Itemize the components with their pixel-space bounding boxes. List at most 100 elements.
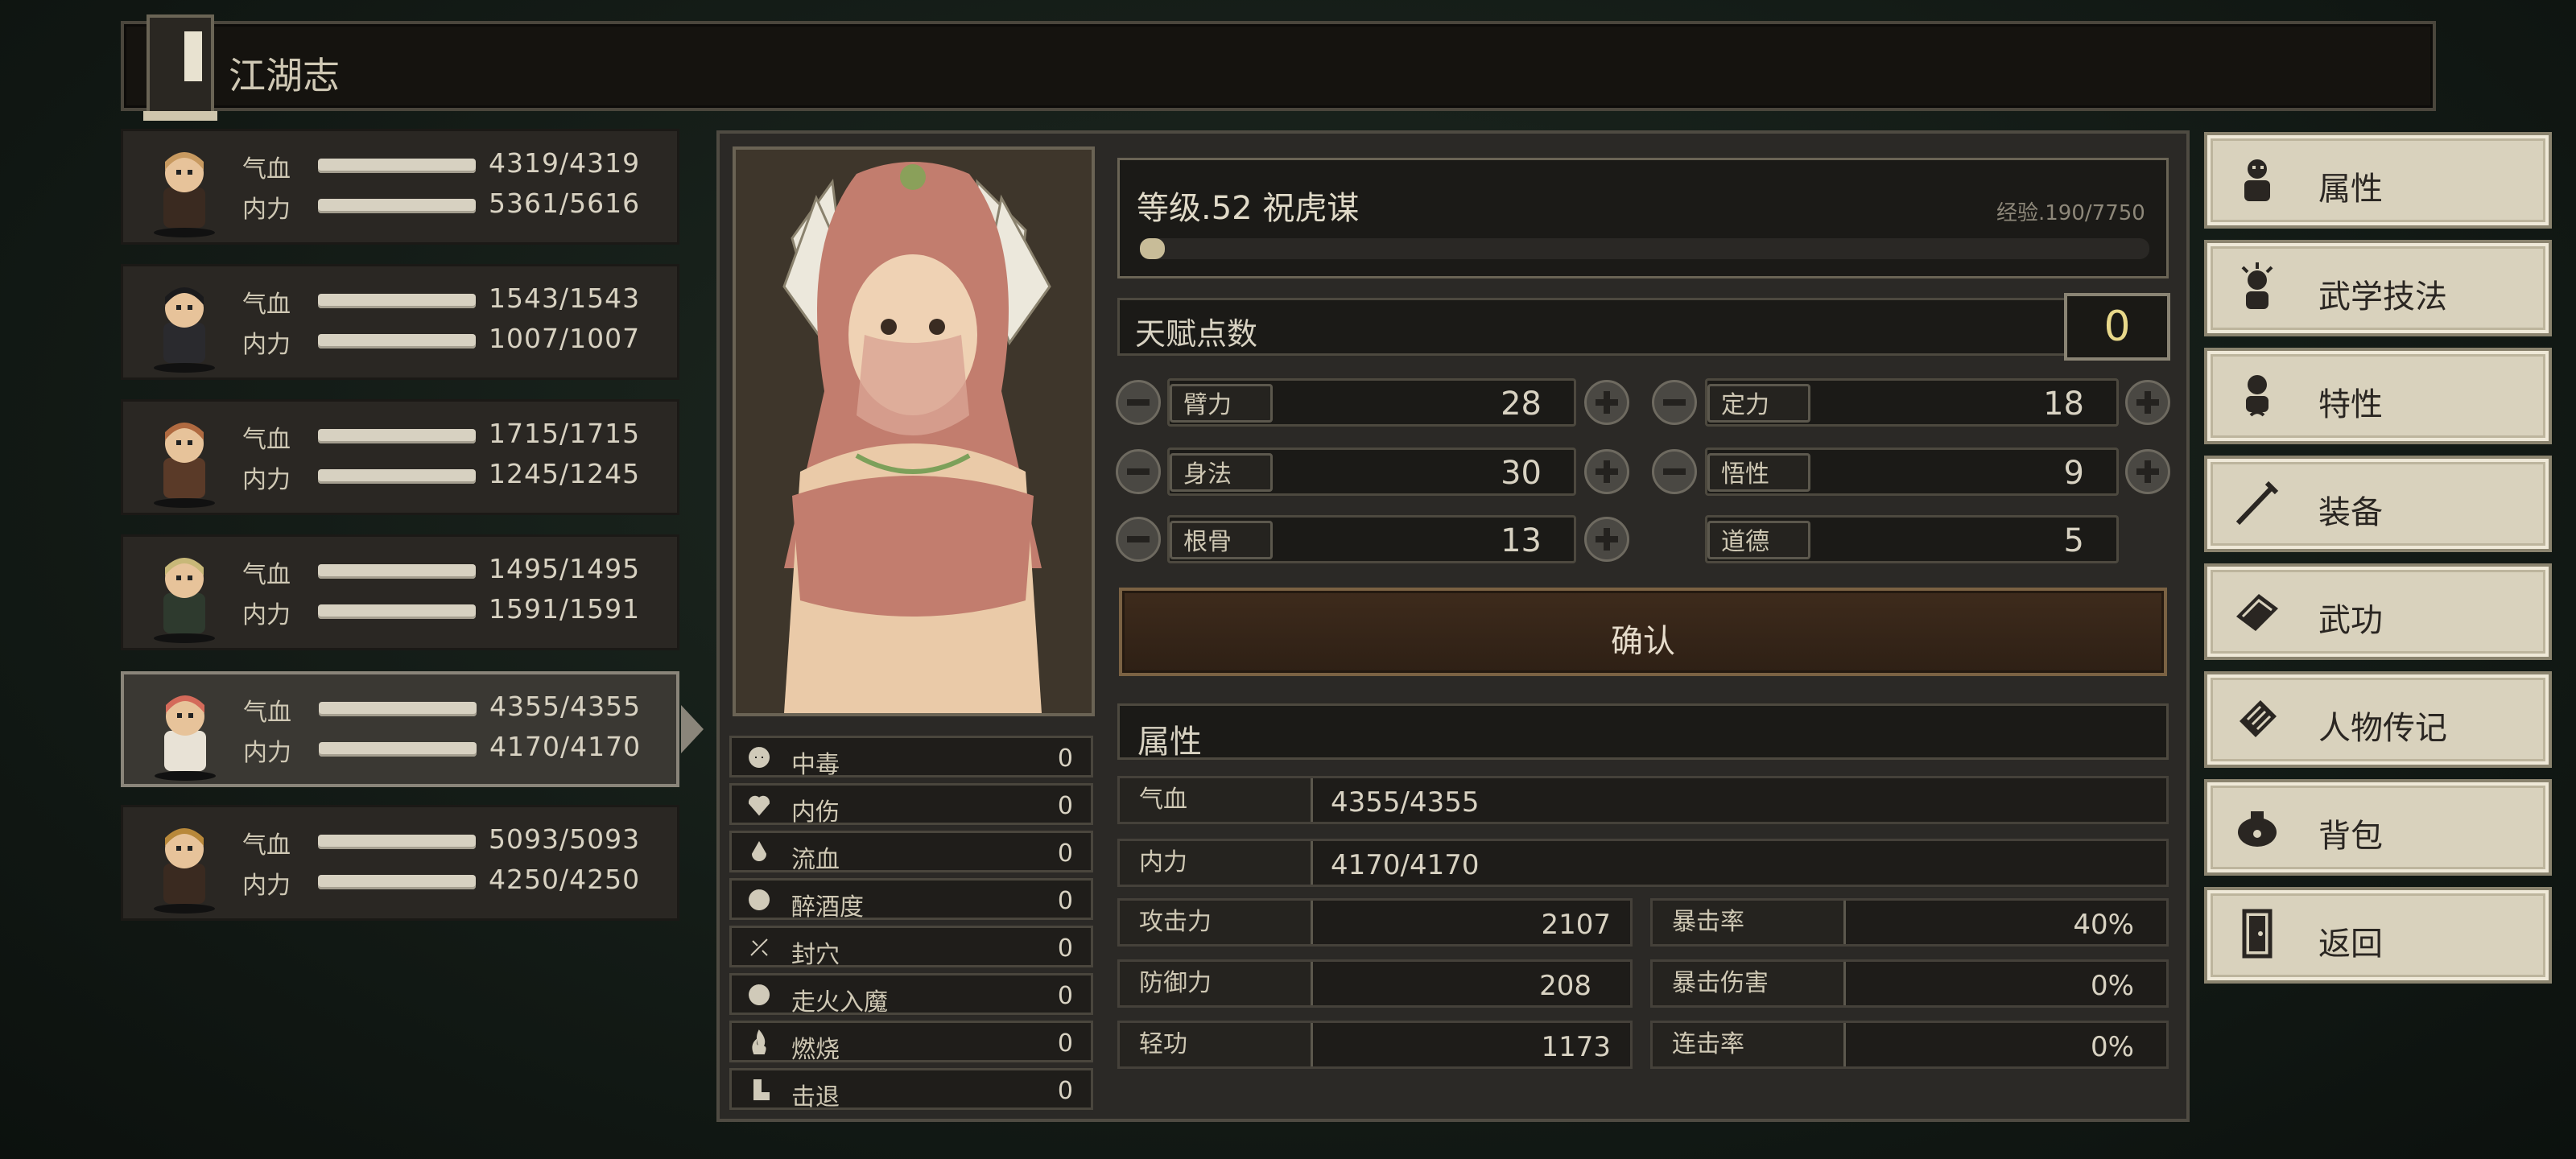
- insight-plus-button[interactable]: [2125, 449, 2170, 494]
- drunk-face-icon: [746, 887, 772, 913]
- stat-value: 4170/4170: [1331, 849, 1480, 881]
- exp-bar-fill: [1140, 238, 1165, 259]
- stat-label: 暴击率: [1653, 901, 1846, 944]
- member-avatar: [136, 138, 233, 239]
- attribute-label: 道德: [1707, 521, 1810, 559]
- hp-bar: [318, 835, 476, 849]
- menu-button-5[interactable]: 武功: [2204, 563, 2552, 660]
- party-member-card[interactable]: 气血 内力 5093/5093 4250/4250: [121, 805, 679, 921]
- mp-value: 4170/4170: [489, 731, 642, 762]
- focus-minus-button[interactable]: [1652, 380, 1697, 425]
- arm-minus-button[interactable]: [1116, 380, 1161, 425]
- stat-defense: 防御力 208: [1117, 959, 1633, 1008]
- menu-button-3[interactable]: 特性: [2204, 348, 2552, 444]
- door-icon: [2231, 908, 2283, 959]
- status-effect-row: 击退 0: [729, 1068, 1093, 1112]
- blood-drop-icon: [746, 839, 772, 865]
- mp-bar: [318, 604, 476, 619]
- stat-value: 40%: [2073, 909, 2134, 941]
- mp-value: 1007/1007: [489, 323, 641, 354]
- menu-button-2[interactable]: 武学技法: [2204, 240, 2552, 336]
- hp-value: 5093/5093: [489, 823, 641, 855]
- mp-bar: [318, 469, 476, 484]
- insight-minus-button[interactable]: [1652, 449, 1697, 494]
- arm-plus-button[interactable]: [1584, 380, 1629, 425]
- party-member-card[interactable]: 气血 内力 1543/1543 1007/1007: [121, 264, 679, 380]
- hp-bar: [318, 564, 476, 579]
- attribute-label: 臂力: [1170, 384, 1273, 423]
- agility-plus-button[interactable]: [1584, 449, 1629, 494]
- stat-value: 0%: [2091, 970, 2134, 1002]
- stat-label: 内力: [1120, 841, 1313, 885]
- menu-label: 属性: [2318, 171, 2383, 208]
- status-effect-value: 0: [1057, 1029, 1073, 1058]
- menu-button-6[interactable]: 人物传记: [2204, 671, 2552, 768]
- party-member-card[interactable]: 气血 内力 1495/1495 1591/1591: [121, 534, 679, 650]
- status-effect-name: 走火入魔: [791, 988, 888, 1017]
- menu-button-1[interactable]: 属性: [2204, 132, 2552, 229]
- status-effect-row: 燃烧 0: [729, 1021, 1093, 1064]
- demon-icon: [746, 982, 772, 1008]
- stat-value: 208: [1539, 970, 1591, 1002]
- status-effect-value: 0: [1057, 839, 1073, 868]
- attribute-value: 13: [1501, 522, 1542, 559]
- menu-label: 武功: [2318, 602, 2383, 639]
- stat-label: 防御力: [1120, 962, 1313, 1005]
- character-icon: [2231, 153, 2283, 204]
- party-member-card[interactable]: 气血 内力 4319/4319 5361/5616: [121, 129, 679, 245]
- flame-icon: [746, 1029, 772, 1055]
- book-icon: [2231, 584, 2283, 636]
- mp-label: 内力: [242, 331, 291, 359]
- stat-lightness: 轻功 1173: [1117, 1021, 1633, 1069]
- attribute-value: 28: [1501, 386, 1542, 423]
- status-effect-row: 内伤 0: [729, 783, 1093, 827]
- hp-label: 气血: [242, 155, 291, 184]
- hp-bar: [318, 429, 476, 443]
- status-effect-row: 走火入魔 0: [729, 973, 1093, 1017]
- arm-attribute: 臂力 28: [1167, 378, 1576, 427]
- mp-value: 1245/1245: [489, 458, 641, 489]
- trait-icon: [2231, 369, 2283, 420]
- confirm-label: 确认: [1611, 623, 1675, 660]
- hp-bar: [319, 702, 477, 716]
- confirm-button[interactable]: 确认: [1119, 588, 2167, 676]
- focus-attribute: 定力 18: [1705, 378, 2119, 427]
- hp-value: 1495/1495: [489, 553, 641, 584]
- character-portrait: [733, 146, 1095, 716]
- talent-points-value: 0: [2064, 293, 2170, 361]
- status-effect-name: 流血: [791, 846, 840, 874]
- mp-label: 内力: [242, 601, 291, 629]
- hp-label: 气血: [242, 831, 291, 860]
- menu-label: 背包: [2318, 818, 2383, 855]
- bone-minus-button[interactable]: [1116, 517, 1161, 562]
- stat-attack: 攻击力 2107: [1117, 898, 1633, 947]
- scroll-icon: [2231, 692, 2283, 744]
- agility-attribute: 身法 30: [1167, 448, 1576, 496]
- menu-label: 返回: [2318, 926, 2383, 963]
- member-avatar: [136, 408, 233, 509]
- agility-minus-button[interactable]: [1116, 449, 1161, 494]
- stat-value: 0%: [2091, 1031, 2134, 1063]
- hp-value: 1715/1715: [489, 418, 641, 449]
- mp-bar: [318, 199, 476, 213]
- party-member-card[interactable]: 气血 内力 1715/1715 1245/1245: [121, 399, 679, 515]
- stat-label: 攻击力: [1120, 901, 1313, 944]
- menu-button-8[interactable]: 返回: [2204, 887, 2552, 984]
- sword-icon: [2231, 476, 2283, 528]
- martial-arts-icon: [2231, 261, 2283, 312]
- title-bar: [121, 21, 2436, 111]
- status-effect-row: 醉酒度 0: [729, 878, 1093, 922]
- menu-button-7[interactable]: 背包: [2204, 779, 2552, 876]
- hp-label: 气血: [242, 561, 291, 589]
- member-avatar: [136, 814, 233, 915]
- hp-bar: [318, 294, 476, 308]
- stat-value: 4355/4355: [1331, 786, 1480, 819]
- skull-icon: [746, 744, 772, 770]
- party-member-card[interactable]: 气血 内力 4355/4355 4170/4170: [121, 671, 679, 787]
- bone-plus-button[interactable]: [1584, 517, 1629, 562]
- journal-book-icon: [143, 14, 217, 121]
- focus-plus-button[interactable]: [2125, 380, 2170, 425]
- menu-button-4[interactable]: 装备: [2204, 456, 2552, 552]
- menu-label: 武学技法: [2318, 278, 2447, 316]
- mp-bar: [318, 875, 476, 889]
